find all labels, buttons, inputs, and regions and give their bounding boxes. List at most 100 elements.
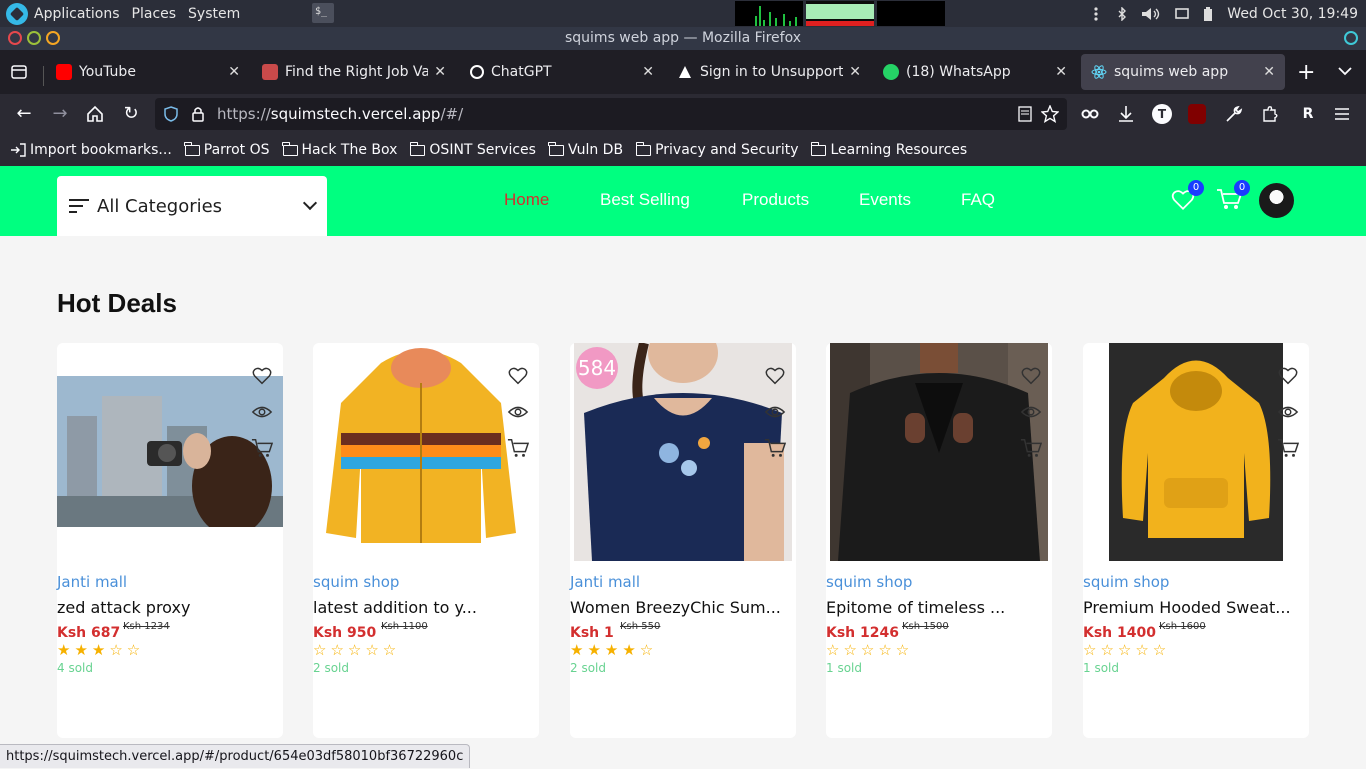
add-to-wishlist-icon[interactable]: [764, 365, 786, 387]
system-monitor: [735, 1, 945, 26]
close-tab-icon[interactable]: ✕: [642, 64, 654, 80]
firefox-view-icon[interactable]: [10, 63, 28, 81]
shop-name[interactable]: squim shop: [1083, 573, 1169, 591]
add-to-wishlist-icon[interactable]: [251, 365, 273, 387]
close-tab-icon[interactable]: ✕: [1055, 64, 1067, 80]
bookmark-folder-hack-the-box[interactable]: Hack The Box: [282, 141, 397, 158]
product-image-photographer[interactable]: [57, 376, 283, 527]
product-name[interactable]: Premium Hooded Sweat...: [1083, 598, 1291, 617]
home-icon[interactable]: [85, 104, 105, 124]
product-card[interactable]: Janti mall zed attack proxy Ksh 687 Ksh …: [57, 343, 283, 738]
close-tab-icon[interactable]: ✕: [434, 64, 446, 80]
volume-icon[interactable]: [1141, 7, 1163, 21]
product-name[interactable]: zed attack proxy: [57, 598, 190, 617]
bookmark-folder-osint-services[interactable]: OSINT Services: [409, 141, 536, 158]
wishlist-button[interactable]: 0: [1170, 180, 1204, 214]
tab-chatgpt[interactable]: ChatGPT ✕: [460, 54, 664, 90]
all-categories-dropdown[interactable]: All Categories: [57, 176, 327, 236]
hamburger-menu-icon[interactable]: [1332, 104, 1352, 124]
clock[interactable]: Wed Oct 30, 19:49: [1227, 6, 1358, 22]
section-title: Hot Deals: [57, 288, 177, 318]
tab-job-vacancies[interactable]: Find the Right Job Vaca ✕: [252, 54, 456, 90]
tab-whatsapp[interactable]: (18) WhatsApp ✕: [873, 54, 1077, 90]
private-mask-icon[interactable]: [1080, 104, 1100, 124]
product-image-leather-jacket[interactable]: [830, 343, 1048, 561]
back-icon[interactable]: ←: [12, 102, 36, 126]
downloads-icon[interactable]: [1116, 104, 1136, 124]
url-bar[interactable]: https://squimstech.vercel.app/#/: [155, 98, 1067, 130]
battery-icon[interactable]: [1201, 6, 1215, 21]
lock-icon[interactable]: [191, 106, 205, 122]
product-name[interactable]: latest addition to y...: [313, 598, 477, 617]
close-tab-icon[interactable]: ✕: [1263, 64, 1275, 80]
cart-button[interactable]: 0: [1216, 180, 1250, 214]
bookmark-star-icon[interactable]: [1041, 105, 1059, 123]
parrot-logo-icon[interactable]: [6, 2, 28, 25]
add-to-wishlist-icon[interactable]: [507, 365, 529, 387]
product-name[interactable]: Epitome of timeless ...: [826, 598, 1005, 617]
terminal-launcher-icon[interactable]: $_: [312, 3, 334, 23]
product-image-puffer-jacket[interactable]: [321, 343, 521, 551]
nav-events[interactable]: Events: [859, 190, 911, 210]
bookmark-folder-vuln-db[interactable]: Vuln DB: [548, 141, 623, 158]
shop-name[interactable]: squim shop: [313, 573, 399, 591]
applications-menu[interactable]: Applications: [34, 6, 120, 22]
add-to-cart-icon[interactable]: [251, 437, 273, 459]
quick-view-eye-icon[interactable]: [1020, 401, 1042, 423]
system-menu[interactable]: System: [188, 6, 240, 22]
reload-icon[interactable]: ↻: [119, 102, 143, 126]
close-tab-icon[interactable]: ✕: [849, 64, 861, 80]
translate-extension-icon[interactable]: T: [1152, 104, 1172, 124]
bookmark-folder-learning-resources[interactable]: Learning Resources: [810, 141, 967, 158]
reader-view-icon[interactable]: [1017, 106, 1033, 122]
display-icon[interactable]: [1175, 7, 1190, 21]
add-to-wishlist-icon[interactable]: [1020, 365, 1042, 387]
shop-name[interactable]: Janti mall: [570, 573, 640, 591]
bookmark-import[interactable]: Import bookmarks...: [10, 142, 172, 158]
close-tab-icon[interactable]: ✕: [228, 64, 240, 80]
product-card[interactable]: 584 Janti mall Women BreezyChic Sum... K…: [570, 343, 796, 738]
kebab-menu-icon[interactable]: [1089, 6, 1103, 21]
nav-products[interactable]: Products: [742, 190, 809, 210]
maximize-window-button[interactable]: [46, 31, 60, 45]
forward-icon[interactable]: →: [48, 102, 72, 126]
quick-view-eye-icon[interactable]: [1277, 401, 1299, 423]
nav-best-selling[interactable]: Best Selling: [600, 190, 690, 210]
product-name[interactable]: Women BreezyChic Sum...: [570, 598, 781, 617]
add-to-cart-icon[interactable]: [764, 437, 786, 459]
places-menu[interactable]: Places: [132, 6, 177, 22]
wrench-icon[interactable]: [1224, 104, 1244, 124]
bookmark-folder-parrot-os[interactable]: Parrot OS: [184, 141, 270, 158]
product-image-hooded-sweatshirt[interactable]: [1109, 343, 1283, 561]
rss-extension-icon[interactable]: R: [1296, 102, 1320, 126]
bookmark-folder-privacy-security[interactable]: Privacy and Security: [635, 141, 798, 158]
product-card[interactable]: squim shop latest addition to y... Ksh 9…: [313, 343, 539, 738]
add-to-cart-icon[interactable]: [507, 437, 529, 459]
close-window-button[interactable]: [8, 31, 22, 45]
quick-view-eye-icon[interactable]: [251, 401, 273, 423]
shop-name[interactable]: squim shop: [826, 573, 912, 591]
quick-view-eye-icon[interactable]: [507, 401, 529, 423]
extensions-puzzle-icon[interactable]: [1260, 104, 1280, 124]
minimize-window-button[interactable]: [27, 31, 41, 45]
ublock-extension-icon[interactable]: [1188, 104, 1206, 124]
shop-name[interactable]: Janti mall: [57, 573, 127, 591]
nav-home[interactable]: Home: [504, 190, 549, 210]
tracking-protection-shield-icon[interactable]: [163, 106, 179, 122]
product-card[interactable]: squim shop Epitome of timeless ... Ksh 1…: [826, 343, 1052, 738]
product-card[interactable]: squim shop Premium Hooded Sweat... Ksh 1…: [1083, 343, 1309, 738]
quick-view-eye-icon[interactable]: [764, 401, 786, 423]
avatar[interactable]: [1259, 183, 1294, 218]
add-to-cart-icon[interactable]: [1020, 437, 1042, 459]
tab-sign-in[interactable]: Sign in to Unsupported ✕: [667, 54, 871, 90]
tab-youtube[interactable]: YouTube ✕: [46, 54, 250, 90]
nav-faq[interactable]: FAQ: [961, 190, 995, 210]
bluetooth-icon[interactable]: [1115, 6, 1129, 21]
tab-squims-web-app[interactable]: squims web app ✕: [1081, 54, 1285, 90]
window-menu-button[interactable]: [1344, 31, 1358, 45]
categories-menu-icon: [69, 199, 89, 213]
add-to-wishlist-icon[interactable]: [1277, 365, 1299, 387]
list-all-tabs-icon[interactable]: [1338, 66, 1352, 76]
new-tab-icon[interactable]: +: [1297, 60, 1315, 85]
add-to-cart-icon[interactable]: [1277, 437, 1299, 459]
